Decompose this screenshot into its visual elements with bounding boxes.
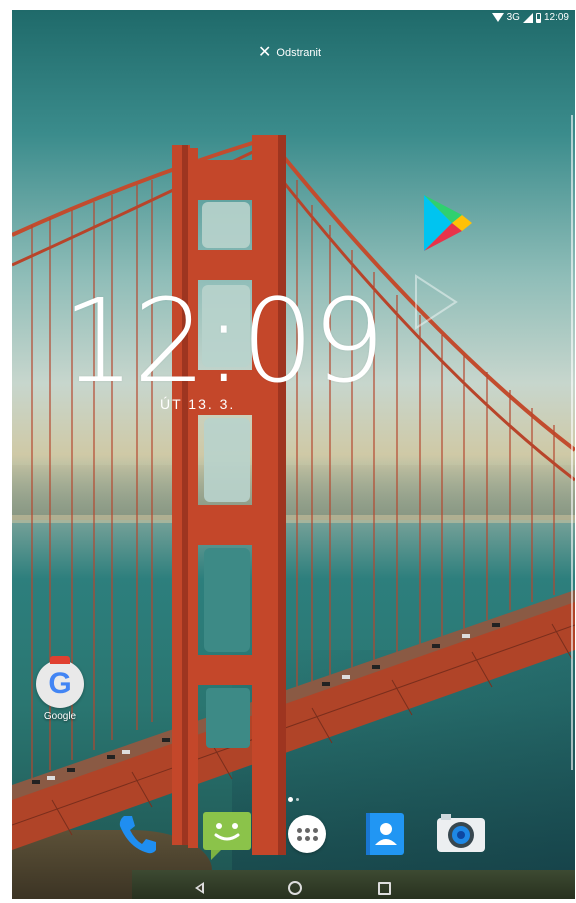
wifi-icon <box>491 13 504 22</box>
wallpaper-bridge <box>12 135 575 855</box>
edge-handle <box>571 115 573 770</box>
dock-all-apps[interactable] <box>281 808 333 860</box>
contacts-icon <box>366 813 404 855</box>
home-screen: 3G 12:09 ✕ Odstranit 12:09 ÚT 13. 3. G G… <box>12 10 575 899</box>
messaging-icon <box>203 812 251 860</box>
apps-drawer-icon <box>288 815 326 853</box>
back-icon <box>198 885 202 891</box>
network-type: 3G <box>506 12 520 23</box>
page-dot <box>296 798 299 801</box>
google-icon: G <box>36 656 84 708</box>
dock-messaging[interactable] <box>201 808 253 860</box>
close-icon: ✕ <box>258 44 272 61</box>
dock-camera[interactable] <box>435 808 487 860</box>
play-store-icon[interactable] <box>418 193 474 253</box>
battery-icon <box>535 12 541 23</box>
remove-drop-target[interactable]: ✕ Odstranit <box>258 44 322 61</box>
remove-label: Odstranit <box>276 47 322 59</box>
signal-icon <box>522 12 533 23</box>
dock-phone[interactable] <box>111 808 163 860</box>
clock-time[interactable]: 12:09 <box>62 275 385 409</box>
recents-button[interactable] <box>378 882 391 895</box>
google-app[interactable]: G Google <box>34 656 86 722</box>
home-button[interactable] <box>288 881 302 895</box>
page-indicator <box>288 797 299 802</box>
camera-icon <box>437 814 485 852</box>
drag-shadow-icon <box>415 274 458 330</box>
dock <box>107 808 487 860</box>
dock-contacts[interactable] <box>359 808 411 860</box>
navigation-bar <box>12 878 575 899</box>
google-label: Google <box>43 711 77 722</box>
phone-icon <box>119 816 156 854</box>
status-bar: 3G 12:09 <box>12 10 575 28</box>
status-time: 12:09 <box>543 12 569 23</box>
page-dot-active <box>288 797 293 802</box>
clock-date: ÚT 13. 3. <box>160 396 236 412</box>
